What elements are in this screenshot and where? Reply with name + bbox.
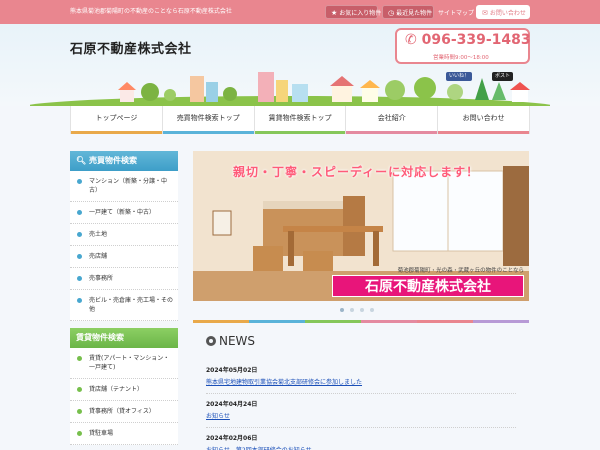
- color-divider: [193, 320, 529, 323]
- business-hours: 営業時間9:00～18:00: [433, 55, 489, 61]
- sitemap-link[interactable]: サイトマップ: [438, 8, 474, 17]
- phone-box[interactable]: ✆ 096-339-1483 営業時間9:00～18:00: [395, 28, 531, 64]
- rental-search-header: 賃貸物件検索: [70, 328, 178, 348]
- sales-category-link[interactable]: 売店舗: [70, 246, 178, 268]
- circle-icon: [206, 336, 216, 346]
- sales-category-link[interactable]: 売事務所: [70, 268, 178, 290]
- phone-icon: ✆: [405, 32, 417, 48]
- rental-category-link[interactable]: 貸事務所（貸オフィス）: [70, 401, 178, 423]
- recent-viewed-button[interactable]: ◷ 最近見た物件: [382, 5, 434, 19]
- rental-category-link[interactable]: 貸店舗（テナント）: [70, 379, 178, 401]
- hero-brand-name: 石原不動産株式会社: [332, 275, 524, 297]
- hero-banner[interactable]: 親切・丁寧・スピーディーに対応します！ 菊池郡菊陽町・光の森・武蔵ヶ丘の物件のこ…: [193, 151, 529, 301]
- rental-category-link[interactable]: 貸駐車場: [70, 423, 178, 445]
- global-nav: トップページ 売買物件検索トップ 賃貸物件検索トップ 会社紹介 お問い合わせ: [70, 106, 530, 134]
- townscape-illustration: [30, 72, 550, 106]
- news-date: 2024年02月06日: [206, 435, 258, 442]
- nav-item[interactable]: お問い合わせ: [438, 106, 530, 134]
- carousel-dots: [340, 308, 374, 312]
- company-logo[interactable]: 石原不動産株式会社: [70, 38, 192, 57]
- sales-search-panel: 🔍︎ 売買物件検索 マンション（新築・分譲・中古） 一戸建て（新築・中古） 売土地売…: [70, 151, 178, 321]
- nav-item[interactable]: 売買物件検索トップ: [162, 106, 255, 134]
- nav-item[interactable]: 賃貸物件検索トップ: [254, 106, 347, 134]
- sales-category-link[interactable]: マンション（新築・分譲・中古）: [70, 171, 178, 202]
- news-heading: NEWS: [206, 334, 255, 348]
- carousel-dot[interactable]: [340, 308, 344, 312]
- news-item: 2024年05月02日熊本県宅地建物取引業協会菊北支部研修会に参加しました: [206, 360, 516, 394]
- sales-category-link[interactable]: 売土地: [70, 224, 178, 246]
- rental-category-link[interactable]: 賃貸(アパート・マンション・一戸建て): [70, 348, 178, 379]
- star-icon: ★: [331, 9, 338, 17]
- phone-number: 096-339-1483: [421, 32, 531, 48]
- sales-search-header: 🔍︎ 売買物件検索: [70, 151, 178, 171]
- nav-item[interactable]: トップページ: [71, 106, 163, 134]
- news-item: 2024年02月06日お知らせ 第2回本部研修会のお知らせ: [206, 428, 516, 450]
- search-icon: 🔍︎: [76, 156, 87, 165]
- contact-button[interactable]: ✉ お問い合わせ: [476, 5, 530, 19]
- news-list: 2024年05月02日 熊本県宅地建物取引業協会菊北支部研修会に参加しました 202…: [206, 360, 516, 450]
- favorites-button[interactable]: ★ お気に入り物件: [325, 5, 381, 19]
- hero-subtitle: 菊池郡菊陽町・光の森・武蔵ヶ丘の物件のことなら: [397, 268, 524, 274]
- nav-item[interactable]: 会社紹介: [346, 106, 439, 134]
- clock-icon: ◷: [388, 9, 395, 17]
- sales-category-link[interactable]: 一戸建て（新築・中古）: [70, 202, 178, 224]
- news-link[interactable]: お知らせ: [206, 411, 516, 420]
- news-item: 2024年04月24日お知らせ: [206, 394, 516, 428]
- top-bar: 熊本県菊池郡菊陽町の不動産のことなら石原不動産株式会社 ★ お気に入り物件 ◷ 最近…: [0, 0, 600, 24]
- news-date: 2024年04月24日: [206, 401, 258, 408]
- news-link[interactable]: お知らせ 第2回本部研修会のお知らせ: [206, 445, 516, 450]
- header: 石原不動産株式会社 ✆ 096-339-1483 営業時間9:00～18:00 …: [0, 24, 600, 106]
- site-tagline: 熊本県菊池郡菊陽町の不動産のことなら石原不動産株式会社: [70, 8, 232, 15]
- carousel-dot[interactable]: [360, 308, 364, 312]
- carousel-dot[interactable]: [350, 308, 354, 312]
- mail-icon: ✉: [482, 9, 488, 17]
- carousel-dot[interactable]: [370, 308, 374, 312]
- rental-search-panel: 賃貸物件検索 賃貸(アパート・マンション・一戸建て) 貸店舗（テナント） 貸事務所（…: [70, 328, 178, 445]
- hero-caption: 親切・丁寧・スピーディーに対応します！: [233, 165, 480, 179]
- news-date: 2024年05月02日: [206, 367, 258, 374]
- sales-category-link[interactable]: 売ビル・売倉庫・売工場・その他: [70, 290, 178, 321]
- news-link[interactable]: 熊本県宅地建物取引業協会菊北支部研修会に参加しました: [206, 377, 516, 386]
